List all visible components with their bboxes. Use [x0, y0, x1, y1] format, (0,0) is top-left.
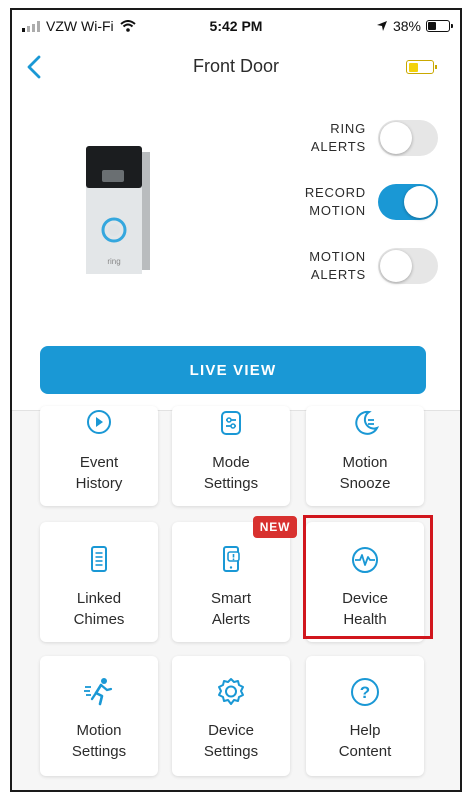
device-settings-icon	[218, 678, 244, 705]
phone-battery-icon	[426, 20, 453, 32]
tile-label-line2: Alerts	[211, 611, 251, 628]
tile-label-line1: Help	[349, 722, 381, 739]
tile-event-history[interactable]: Event History	[40, 406, 158, 506]
tile-device-settings[interactable]: Device Settings	[172, 656, 290, 776]
tile-label-line1: Motion	[76, 722, 122, 739]
tile-label-line2: Settings	[203, 743, 259, 760]
linked-chimes-icon	[91, 546, 107, 572]
motion-settings-icon	[84, 678, 113, 706]
tile-label-line1: Device	[342, 590, 388, 607]
live-view-button[interactable]: LIVE VIEW	[40, 346, 426, 394]
tile-label-line1: Motion	[342, 454, 388, 471]
tile-label-line2: Chimes	[73, 611, 125, 628]
status-bar: VZW Wi-Fi 5:42 PM 38%	[12, 10, 460, 40]
page-title: Front Door	[192, 56, 280, 76]
tile-label-line1: Mode	[212, 454, 250, 471]
tile-linked-chimes[interactable]: Linked Chimes	[40, 522, 158, 642]
status-right: 38%	[376, 18, 453, 34]
tile-label-line2: Settings	[203, 475, 259, 492]
new-badge: NEW	[253, 516, 297, 538]
tile-label-line2: Content	[338, 743, 392, 760]
battery-percent: 38%	[392, 18, 421, 34]
phone-screen: VZW Wi-Fi 5:42 PM 38% Front Door ring RI…	[10, 8, 462, 792]
tile-mode-settings[interactable]: Mode Settings	[172, 406, 290, 506]
svg-text:?: ?	[360, 683, 370, 702]
mode-settings-icon	[221, 411, 241, 435]
ring-alerts-label-line1: RING	[330, 121, 366, 136]
tile-label-line1: Event	[79, 454, 119, 471]
record-motion-label-line2: MOTION	[309, 203, 366, 218]
toggle-knob	[404, 186, 436, 218]
motion-alerts-row: MOTION ALERTS	[309, 248, 438, 284]
tile-label-line1: Linked	[76, 590, 122, 607]
ring-alerts-label: RING ALERTS	[311, 120, 366, 156]
device-brand-text: ring	[107, 257, 120, 266]
tile-label: Linked Chimes	[40, 588, 158, 630]
tile-help-content[interactable]: ? Help Content	[306, 656, 424, 776]
motion-alerts-toggle[interactable]	[378, 248, 438, 284]
tile-label: Event History	[40, 452, 158, 494]
motion-alerts-label-line2: ALERTS	[310, 267, 366, 282]
tile-label-line2: Health	[343, 611, 387, 628]
tile-label-line2: History	[75, 475, 123, 492]
tile-label-line1: Smart	[210, 590, 251, 607]
tile-label: Device Settings	[172, 720, 290, 762]
tile-device-health[interactable]: Device Health	[306, 522, 424, 642]
tile-label: Motion Snooze	[306, 452, 424, 494]
smart-alerts-icon	[223, 546, 240, 572]
toggle-knob	[380, 250, 412, 282]
toggle-knob	[380, 122, 412, 154]
device-health-icon	[352, 547, 378, 573]
nav-header: Front Door	[12, 44, 460, 92]
event-history-icon	[87, 410, 111, 434]
ring-alerts-toggle[interactable]	[378, 120, 438, 156]
motion-alerts-label-line1: MOTION	[309, 249, 366, 264]
tile-label: Mode Settings	[172, 452, 290, 494]
tile-motion-snooze[interactable]: Motion Snooze	[306, 406, 424, 506]
tile-motion-settings[interactable]: Motion Settings	[40, 656, 158, 776]
tile-label: Help Content	[306, 720, 424, 762]
record-motion-label: RECORD MOTION	[305, 184, 366, 220]
tile-smart-alerts[interactable]: Smart Alerts	[172, 522, 290, 642]
ring-alerts-row: RING ALERTS	[311, 120, 438, 156]
ring-alerts-label-line2: ALERTS	[310, 139, 366, 154]
help-content-icon: ?	[351, 678, 379, 706]
location-arrow-icon	[376, 21, 387, 31]
motion-snooze-icon	[355, 410, 380, 435]
record-motion-toggle[interactable]	[378, 184, 438, 220]
tile-label-line1: Device	[208, 722, 254, 739]
doorbell-device-image: ring	[86, 146, 150, 274]
tile-label: Device Health	[306, 588, 424, 630]
record-motion-label-line1: RECORD	[304, 185, 366, 200]
tile-label-line2: Snooze	[339, 475, 391, 492]
tile-label: Motion Settings	[40, 720, 158, 762]
tile-label: Smart Alerts	[172, 588, 290, 630]
tile-label-line2: Settings	[71, 743, 127, 760]
motion-alerts-label: MOTION ALERTS	[309, 248, 366, 284]
record-motion-row: RECORD MOTION	[305, 184, 438, 220]
device-battery-icon[interactable]	[406, 60, 437, 74]
